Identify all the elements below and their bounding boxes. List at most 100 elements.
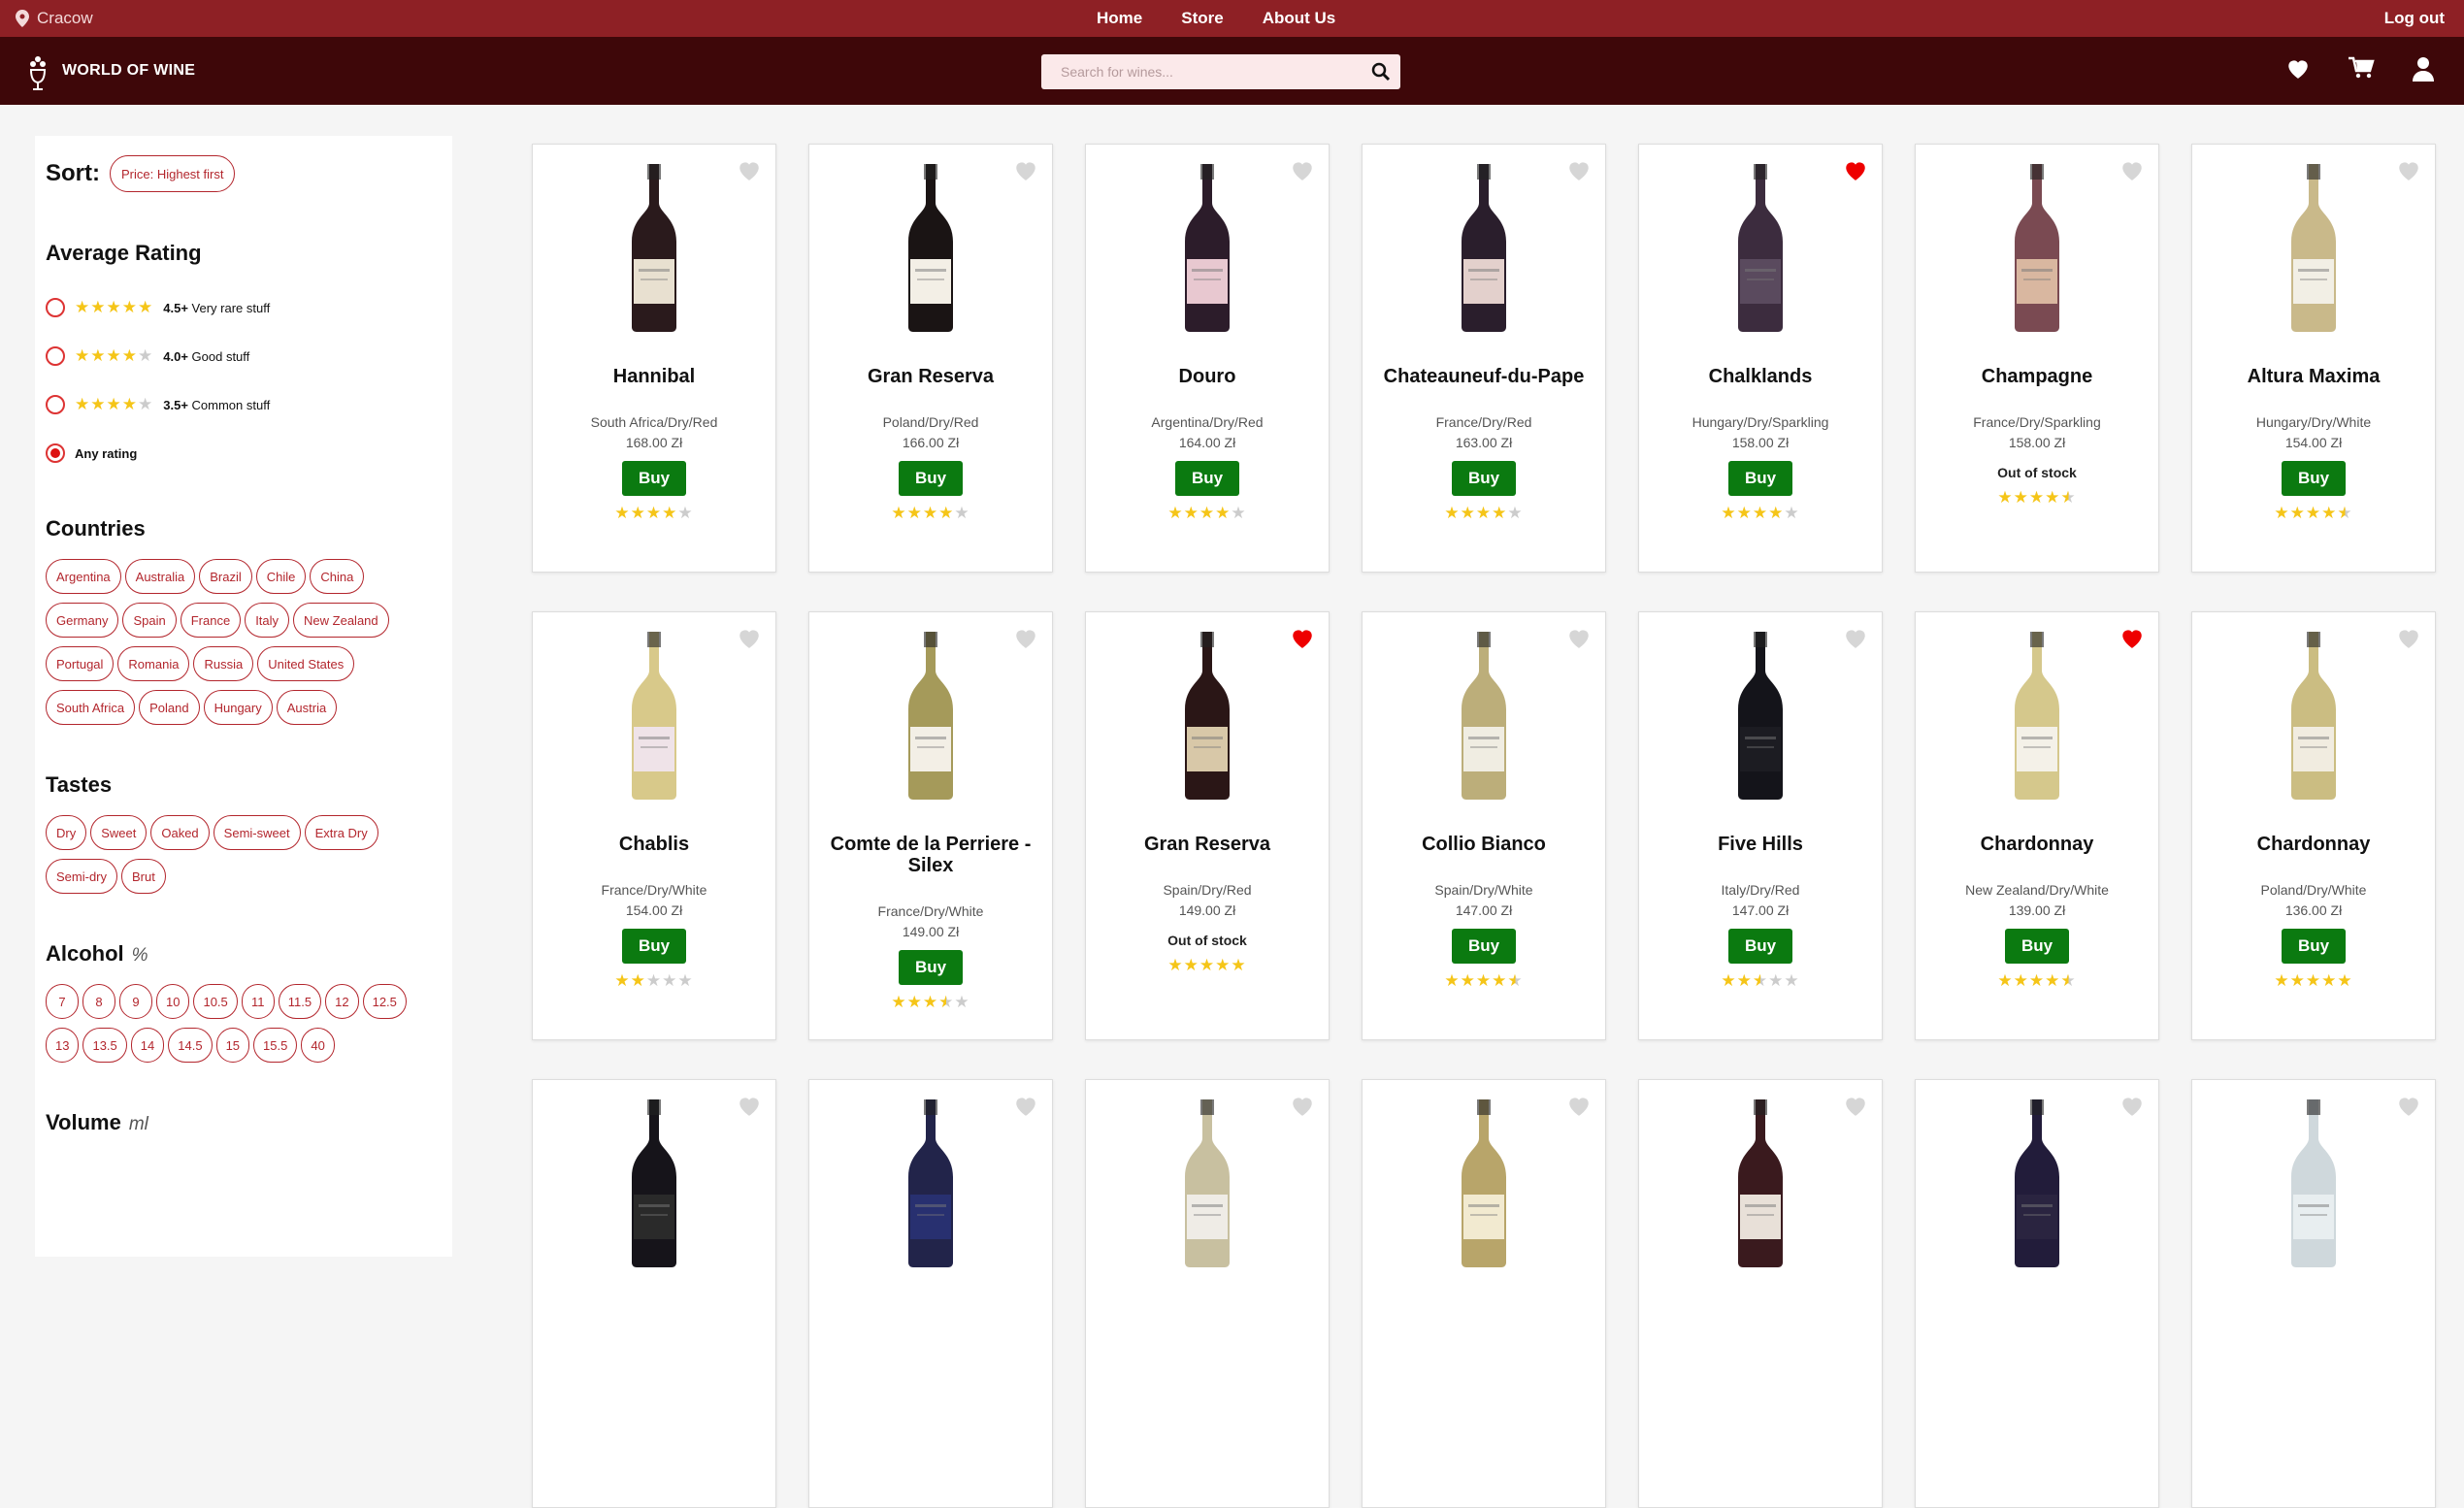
buy-button[interactable]: Buy	[1175, 461, 1239, 496]
country-chip[interactable]: United States	[257, 646, 355, 681]
sort-dropdown[interactable]: Price: Highest first	[110, 155, 236, 192]
buy-button[interactable]: Buy	[622, 461, 686, 496]
country-chip[interactable]: South Africa	[46, 690, 136, 725]
taste-chip[interactable]: Oaked	[150, 815, 210, 850]
product-name[interactable]: Collio Bianco	[1372, 834, 1595, 855]
product-card[interactable]	[1638, 1079, 1883, 1508]
product-card[interactable]: Five Hills Italy/Dry/Red 147.00 Zł Buy ★★★★★	[1638, 611, 1883, 1040]
product-card[interactable]	[1085, 1079, 1330, 1508]
alcohol-chip[interactable]: 10.5	[193, 984, 238, 1019]
country-chip[interactable]: Spain	[122, 603, 177, 638]
product-name[interactable]: Douro	[1096, 366, 1319, 387]
rating-option[interactable]: ★★★★★ 4.5+ Very rare stuff	[46, 283, 442, 332]
buy-button[interactable]: Buy	[622, 929, 686, 964]
buy-button[interactable]: Buy	[2282, 929, 2346, 964]
alcohol-chip[interactable]: 8	[82, 984, 115, 1019]
rating-radio[interactable]	[46, 443, 65, 463]
taste-chip[interactable]: Dry	[46, 815, 87, 850]
alcohol-chip[interactable]: 10	[156, 984, 190, 1019]
alcohol-chip[interactable]: 12.5	[362, 984, 407, 1019]
product-name[interactable]: Champagne	[1925, 366, 2149, 387]
product-card[interactable]: Chablis France/Dry/White 154.00 Zł Buy ★★★★★	[532, 611, 776, 1040]
product-name[interactable]: Altura Maxima	[2202, 366, 2425, 387]
product-card[interactable]: Chardonnay New Zealand/Dry/White 139.00 Zł…	[1915, 611, 2159, 1040]
taste-chip[interactable]: Sweet	[90, 815, 148, 850]
rating-radio[interactable]	[46, 395, 65, 414]
product-name[interactable]: Five Hills	[1649, 834, 1872, 855]
country-chip[interactable]: Brazil	[199, 559, 252, 594]
country-chip[interactable]: Australia	[124, 559, 196, 594]
buy-button[interactable]: Buy	[1728, 461, 1792, 496]
favorites-heart-icon[interactable]	[2285, 56, 2311, 80]
country-chip[interactable]: Poland	[139, 690, 200, 725]
country-chip[interactable]: Chile	[255, 559, 307, 594]
alcohol-chip[interactable]: 14.5	[168, 1028, 213, 1063]
country-chip[interactable]: Romania	[117, 646, 190, 681]
rating-option[interactable]: ★★★★★ 3.5+ Common stuff	[46, 380, 442, 429]
rating-radio[interactable]	[46, 346, 65, 366]
product-card[interactable]: Collio Bianco Spain/Dry/White 147.00 Zł Buy…	[1362, 611, 1606, 1040]
product-name[interactable]: Chablis	[542, 834, 766, 855]
alcohol-chip[interactable]: 15	[215, 1028, 250, 1063]
product-card[interactable]: Comte de la Perriere - Silex France/Dry/W…	[808, 611, 1053, 1040]
country-chip[interactable]: France	[180, 603, 242, 638]
product-card[interactable]	[808, 1079, 1053, 1508]
product-name[interactable]: Chateauneuf-du-Pape	[1372, 366, 1595, 387]
country-chip[interactable]: Austria	[276, 690, 338, 725]
product-card[interactable]: Gran Reserva Poland/Dry/Red 166.00 Zł Buy ★★…	[808, 144, 1053, 573]
taste-chip[interactable]: Semi-sweet	[213, 815, 301, 850]
country-chip[interactable]: Portugal	[46, 646, 115, 681]
alcohol-chip[interactable]: 40	[301, 1028, 335, 1063]
country-chip[interactable]: Hungary	[203, 690, 273, 725]
product-card[interactable]: Altura Maxima Hungary/Dry/White 154.00 Zł B…	[2191, 144, 2436, 573]
product-name[interactable]: Chardonnay	[2202, 834, 2425, 855]
product-card[interactable]	[1362, 1079, 1606, 1508]
product-card[interactable]: Hannibal South Africa/Dry/Red 168.00 Zł Buy…	[532, 144, 776, 573]
alcohol-chip[interactable]: 12	[325, 984, 359, 1019]
product-name[interactable]: Chalklands	[1649, 366, 1872, 387]
rating-option[interactable]: ★★★★★ 4.0+ Good stuff	[46, 332, 442, 380]
product-card[interactable]: Chalklands Hungary/Dry/Sparkling 158.00 Zł…	[1638, 144, 1883, 573]
product-card[interactable]	[2191, 1079, 2436, 1508]
product-card[interactable]: Gran Reserva Spain/Dry/Red 149.00 Zł Out of…	[1085, 611, 1330, 1040]
alcohol-chip[interactable]: 9	[119, 984, 152, 1019]
nav-home[interactable]: Home	[1097, 9, 1142, 28]
product-name[interactable]: Chardonnay	[1925, 834, 2149, 855]
rating-option[interactable]: Any rating	[46, 429, 442, 477]
alcohol-chip[interactable]: 13.5	[82, 1028, 127, 1063]
country-chip[interactable]: Argentina	[46, 559, 121, 594]
alcohol-chip[interactable]: 14	[130, 1028, 165, 1063]
location[interactable]: Cracow	[16, 0, 93, 37]
product-card[interactable]: Douro Argentina/Dry/Red 164.00 Zł Buy ★★★★★	[1085, 144, 1330, 573]
buy-button[interactable]: Buy	[2005, 929, 2069, 964]
alcohol-chip[interactable]: 15.5	[253, 1028, 298, 1063]
brand[interactable]: WORLD OF WINE	[27, 50, 195, 91]
taste-chip[interactable]: Extra Dry	[304, 815, 378, 850]
product-name[interactable]: Gran Reserva	[1096, 834, 1319, 855]
buy-button[interactable]: Buy	[1452, 461, 1516, 496]
nav-store[interactable]: Store	[1181, 9, 1223, 28]
taste-chip[interactable]: Brut	[121, 859, 166, 894]
alcohol-chip[interactable]: 13	[46, 1028, 80, 1063]
country-chip[interactable]: Italy	[245, 603, 290, 638]
rating-radio[interactable]	[46, 298, 65, 317]
user-icon[interactable]	[2412, 56, 2435, 82]
product-card[interactable]: Champagne France/Dry/Sparkling 158.00 Zł Ou…	[1915, 144, 2159, 573]
buy-button[interactable]: Buy	[1728, 929, 1792, 964]
product-card[interactable]: Chateauneuf-du-Pape France/Dry/Red 163.00 …	[1362, 144, 1606, 573]
country-chip[interactable]: China	[310, 559, 365, 594]
product-name[interactable]: Hannibal	[542, 366, 766, 387]
buy-button[interactable]: Buy	[2282, 461, 2346, 496]
product-card[interactable]	[1915, 1079, 2159, 1508]
nav-about-us[interactable]: About Us	[1263, 9, 1336, 28]
alcohol-chip[interactable]: 11.5	[278, 984, 322, 1019]
country-chip[interactable]: Russia	[193, 646, 254, 681]
alcohol-chip[interactable]: 11	[241, 984, 275, 1019]
cart-icon[interactable]	[2348, 56, 2375, 80]
alcohol-chip[interactable]: 7	[46, 984, 79, 1019]
product-card[interactable]: Chardonnay Poland/Dry/White 136.00 Zł Buy ★★…	[2191, 611, 2436, 1040]
search-input[interactable]	[1061, 64, 1371, 80]
product-name[interactable]: Comte de la Perriere - Silex	[819, 834, 1042, 876]
buy-button[interactable]: Buy	[1452, 929, 1516, 964]
search-icon[interactable]	[1371, 62, 1391, 82]
